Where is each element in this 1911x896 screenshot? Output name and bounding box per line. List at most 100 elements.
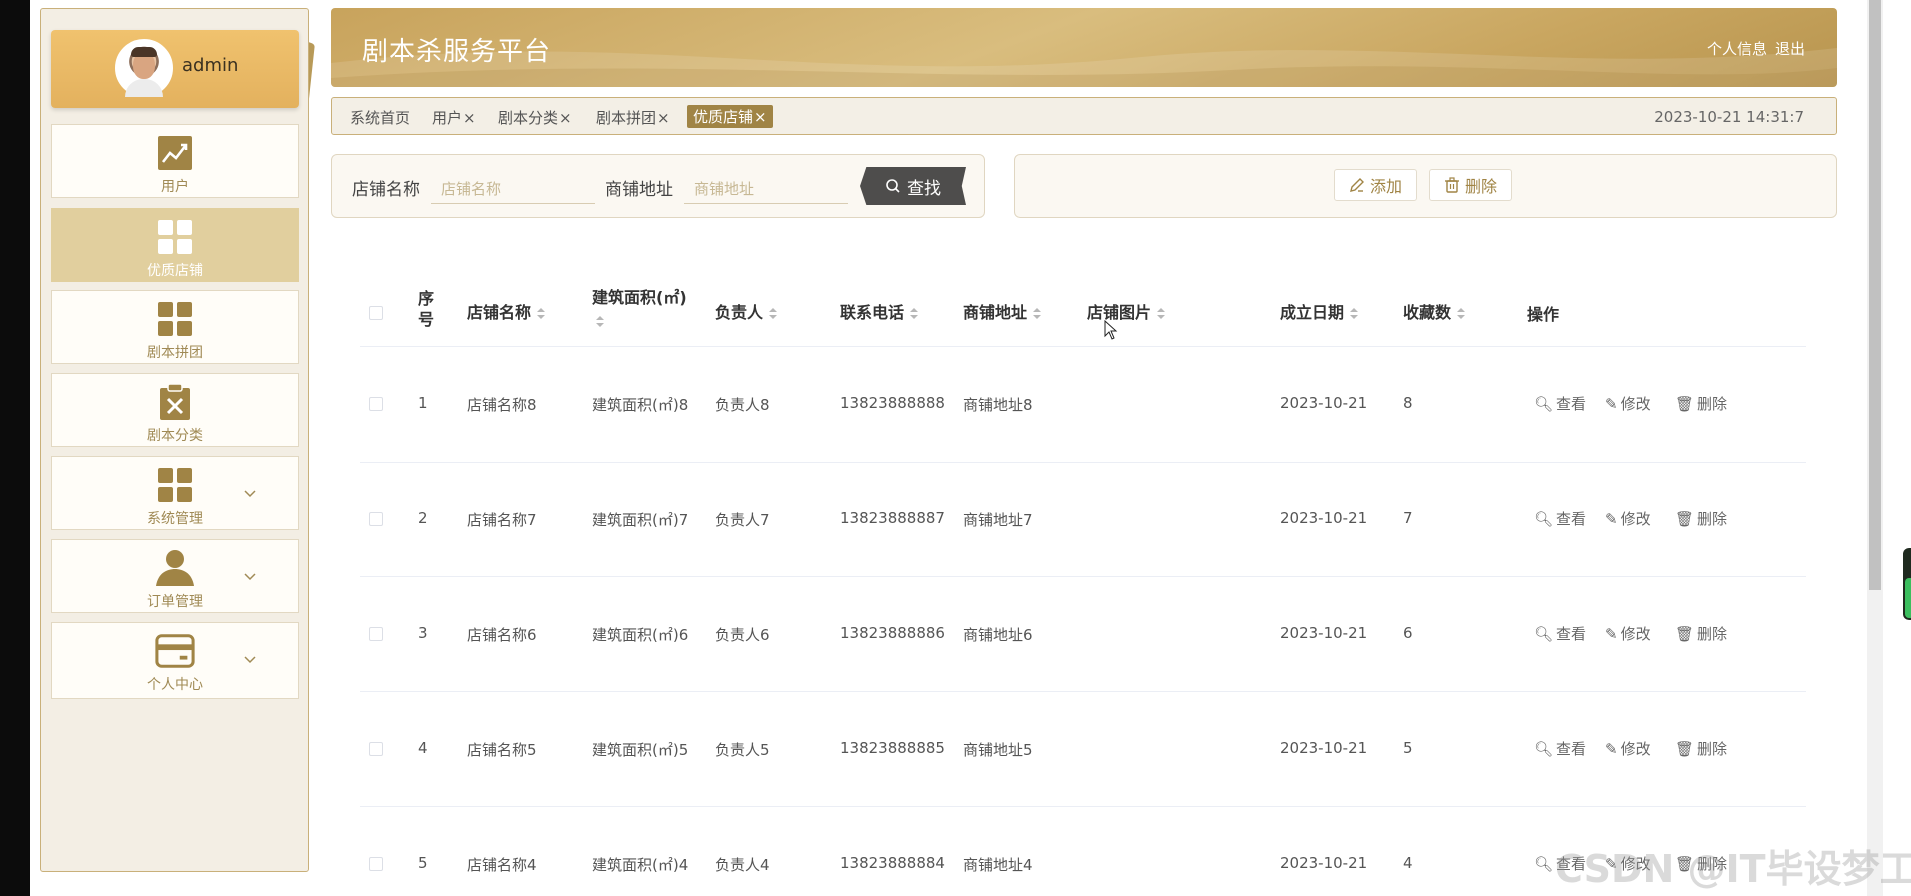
cell-phone: 13823888886 <box>840 624 945 642</box>
row-checkbox[interactable] <box>369 627 383 641</box>
row-checkbox[interactable] <box>369 512 383 526</box>
cell-address: 商铺地址5 <box>963 741 1033 759</box>
tab-home[interactable]: 系统首页 <box>350 107 410 128</box>
search-icon: 🔍︎ <box>1534 509 1554 528</box>
sidebar-item-personal-center[interactable]: 个人中心 <box>51 622 299 699</box>
cell-phone: 13823888884 <box>840 854 945 872</box>
shop-name-input[interactable] <box>431 174 595 204</box>
chevron-down-icon <box>244 656 256 664</box>
cell-shop-name: 店铺名称8 <box>467 396 537 414</box>
trash-icon <box>1445 177 1459 193</box>
chart-icon <box>155 133 195 173</box>
column-header-image[interactable]: 店铺图片 <box>1087 299 1166 323</box>
cell-address: 商铺地址7 <box>963 511 1033 529</box>
sidebar-item-system-management[interactable]: 系统管理 <box>51 456 299 530</box>
edit-button[interactable]: ✎ 修改 <box>1605 623 1651 644</box>
cell-area: 建筑面积(㎡)5 <box>592 741 689 759</box>
cell-date: 2023-10-21 <box>1280 509 1368 527</box>
edit-button[interactable]: ✎ 修改 <box>1605 393 1651 414</box>
profile-link[interactable]: 个人信息 <box>1707 40 1767 58</box>
grid-icon <box>155 465 195 505</box>
sidebar-item-label: 个人中心 <box>147 677 203 693</box>
delete-button[interactable]: 🗑︎ 删除 <box>1675 738 1727 759</box>
sidebar-item-order-management[interactable]: 订单管理 <box>51 539 299 613</box>
logout-link[interactable]: 退出 <box>1775 40 1805 58</box>
select-all-checkbox[interactable] <box>369 306 383 320</box>
close-icon[interactable]: × <box>657 109 670 127</box>
window-edge-right <box>1883 0 1911 896</box>
cell-manager: 负责人6 <box>715 626 770 644</box>
sort-icon <box>910 307 919 320</box>
row-divider <box>360 691 1806 692</box>
view-button[interactable]: 🔍︎ 查看 <box>1534 393 1586 414</box>
sort-icon <box>1157 307 1166 320</box>
column-header-shop-name[interactable]: 店铺名称 <box>467 299 546 323</box>
view-button[interactable]: 🔍︎ 查看 <box>1534 508 1586 529</box>
sidebar-item-script-category[interactable]: 剧本分类 <box>51 373 299 447</box>
search-icon: 🔍︎ <box>1534 624 1554 643</box>
sort-icon <box>1033 307 1042 320</box>
bulk-delete-button[interactable]: 删除 <box>1429 169 1513 201</box>
column-header-phone[interactable]: 联系电话 <box>840 299 919 323</box>
tab-users[interactable]: 用户× <box>432 107 476 128</box>
cell-date: 2023-10-21 <box>1280 854 1368 872</box>
cell-index: 2 <box>418 509 428 527</box>
cell-favorites: 4 <box>1403 854 1413 872</box>
delete-button[interactable]: 🗑︎ 删除 <box>1675 393 1727 414</box>
delete-button[interactable]: 🗑︎ 删除 <box>1675 623 1727 644</box>
sidebar-item-label: 用户 <box>161 179 189 195</box>
column-header-manager[interactable]: 负责人 <box>715 299 778 323</box>
user-name: admin <box>182 55 239 76</box>
search-button[interactable]: 查找 <box>860 167 966 205</box>
search-icon <box>886 179 900 193</box>
row-checkbox[interactable] <box>369 397 383 411</box>
cell-area: 建筑面积(㎡)6 <box>592 626 689 644</box>
tab-script-category[interactable]: 剧本分类× <box>498 107 572 128</box>
cell-index: 3 <box>418 624 428 642</box>
close-icon[interactable]: × <box>754 108 767 126</box>
close-icon[interactable]: × <box>559 109 572 127</box>
search-icon: 🔍︎ <box>1534 739 1554 758</box>
cell-date: 2023-10-21 <box>1280 739 1368 757</box>
edit-button[interactable]: ✎ 修改 <box>1605 508 1651 529</box>
sort-icon <box>1350 307 1359 320</box>
column-header-address[interactable]: 商铺地址 <box>963 299 1042 323</box>
view-button[interactable]: 🔍︎ 查看 <box>1534 738 1586 759</box>
sidebar-item-script-group[interactable]: 剧本拼团 <box>51 290 299 364</box>
edit-icon: ✎ <box>1605 739 1618 758</box>
delete-button[interactable]: 🗑︎ 删除 <box>1675 508 1727 529</box>
sidebar-item-users[interactable]: 用户 <box>51 124 299 198</box>
card-icon <box>155 631 195 671</box>
edit-button[interactable]: ✎ 修改 <box>1605 738 1651 759</box>
column-header-area[interactable]: 建筑面积(㎡) <box>592 284 687 328</box>
current-time: 2023-10-21 14:31:7 <box>1654 108 1804 126</box>
window-edge <box>0 0 30 896</box>
trash-icon: 🗑︎ <box>1675 509 1695 528</box>
column-header-favorites[interactable]: 收藏数 <box>1403 299 1466 323</box>
cell-manager: 负责人5 <box>715 741 770 759</box>
grid-icon <box>155 299 195 339</box>
close-icon[interactable]: × <box>463 109 476 127</box>
row-checkbox[interactable] <box>369 857 383 871</box>
column-header-index: 序号 <box>418 289 435 329</box>
address-input[interactable] <box>684 174 848 204</box>
scrollbar-thumb[interactable] <box>1869 0 1881 590</box>
row-divider <box>360 462 1806 463</box>
tab-script-group[interactable]: 剧本拼团× <box>596 107 670 128</box>
add-button[interactable]: 添加 <box>1334 169 1418 201</box>
sidebar-item-quality-shops[interactable]: 优质店铺 <box>51 208 299 282</box>
column-header-date[interactable]: 成立日期 <box>1280 299 1359 323</box>
chevron-down-icon <box>244 573 256 581</box>
tab-quality-shops[interactable]: 优质店铺× <box>687 105 773 128</box>
sidebar-item-label: 订单管理 <box>147 594 203 610</box>
shop-name-label: 店铺名称 <box>352 180 420 200</box>
search-icon: 🔍︎ <box>1534 394 1554 413</box>
cell-favorites: 5 <box>1403 739 1413 757</box>
sort-icon <box>769 307 778 320</box>
row-checkbox[interactable] <box>369 742 383 756</box>
cell-favorites: 8 <box>1403 394 1413 412</box>
view-button[interactable]: 🔍︎ 查看 <box>1534 623 1586 644</box>
trash-icon: 🗑︎ <box>1675 739 1695 758</box>
cell-index: 1 <box>418 394 428 412</box>
sort-icon <box>596 315 604 328</box>
